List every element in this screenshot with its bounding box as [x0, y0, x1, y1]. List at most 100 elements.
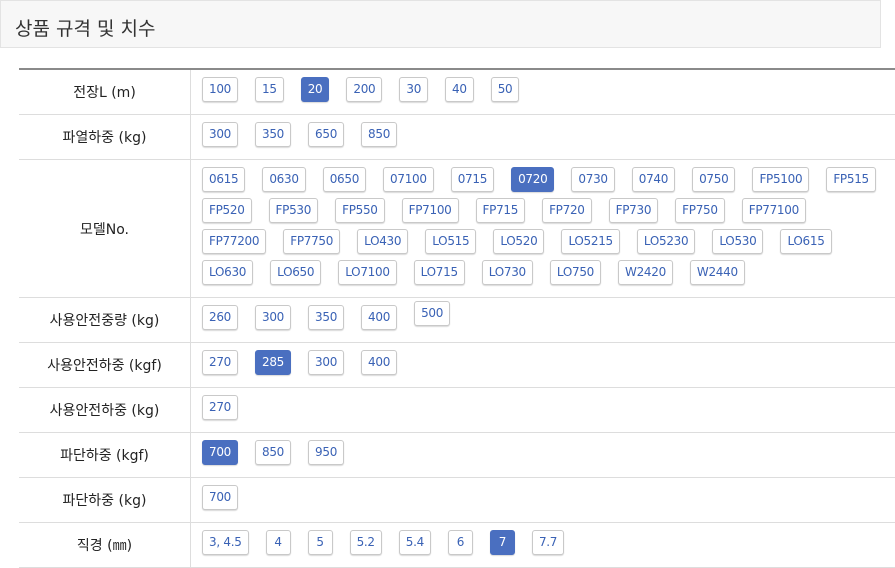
option-button[interactable]: 0630: [262, 167, 305, 192]
spec-row-options: 270 285 300 400: [191, 343, 895, 388]
option-button[interactable]: LO630: [202, 260, 253, 285]
option-button[interactable]: 0740: [632, 167, 675, 192]
option-button[interactable]: LO715: [414, 260, 465, 285]
option-button[interactable]: FP530: [269, 198, 319, 223]
option-button-selected[interactable]: 700: [202, 440, 238, 465]
option-button[interactable]: 950: [308, 440, 344, 465]
option-button[interactable]: LO750: [550, 260, 601, 285]
option-button[interactable]: FP5100: [752, 167, 809, 192]
spec-row-label: 파열하중 (kg): [19, 115, 191, 160]
option-button[interactable]: 0615: [202, 167, 245, 192]
option-button[interactable]: 4: [266, 530, 291, 555]
option-button[interactable]: LO530: [712, 229, 763, 254]
option-button[interactable]: 5.4: [399, 530, 431, 555]
option-button[interactable]: LO730: [482, 260, 533, 285]
option-button[interactable]: LO520: [493, 229, 544, 254]
option-button[interactable]: 5: [308, 530, 333, 555]
spec-table-body: 전장L (m)1001520200304050파열하중 (kg)30035065…: [19, 69, 895, 568]
spec-row: 사용안전중량 (kg) 260 300 350 400 500: [19, 298, 895, 343]
option-button[interactable]: 200: [346, 77, 382, 102]
option-group: 700 850 950: [191, 433, 895, 477]
option-button[interactable]: FP550: [335, 198, 385, 223]
spec-row-label: 사용안전중량 (kg): [19, 298, 191, 343]
option-button[interactable]: 0715: [451, 167, 494, 192]
option-button[interactable]: LO650: [270, 260, 321, 285]
option-button[interactable]: 270: [202, 395, 238, 420]
option-group: 270: [191, 388, 895, 432]
option-button[interactable]: 3, 4.5: [202, 530, 249, 555]
option-button[interactable]: 300: [255, 305, 291, 330]
option-button[interactable]: 40: [445, 77, 474, 102]
option-button-selected[interactable]: 7: [490, 530, 515, 555]
option-button[interactable]: 30: [399, 77, 428, 102]
spec-row-options: 300 350 650 850: [191, 115, 895, 160]
spec-row: 직경 (㎜) 3, 4.5 45 5.2 5.4 67 7.7: [19, 523, 895, 568]
option-group: 260 300 350 400 500: [191, 298, 895, 342]
spec-table: 전장L (m)1001520200304050파열하중 (kg)30035065…: [19, 68, 895, 568]
option-button[interactable]: 6: [448, 530, 473, 555]
option-button[interactable]: FP520: [202, 198, 252, 223]
option-button[interactable]: 100: [202, 77, 238, 102]
option-button[interactable]: W2440: [690, 260, 745, 285]
option-button[interactable]: 850: [255, 440, 291, 465]
option-button[interactable]: FP730: [609, 198, 659, 223]
option-button[interactable]: 0650: [323, 167, 366, 192]
option-button[interactable]: FP720: [542, 198, 592, 223]
option-group: 300 350 650 850: [191, 115, 895, 159]
option-button[interactable]: LO5215: [561, 229, 619, 254]
option-button[interactable]: 300: [202, 122, 238, 147]
option-button[interactable]: FP515: [826, 167, 876, 192]
option-button[interactable]: 500: [414, 301, 450, 326]
option-button[interactable]: FP77200: [202, 229, 266, 254]
option-button[interactable]: 300: [308, 350, 344, 375]
option-button[interactable]: 5.2: [350, 530, 382, 555]
option-button-selected[interactable]: 285: [255, 350, 291, 375]
spec-row-label: 전장L (m): [19, 69, 191, 115]
option-button[interactable]: FP750: [675, 198, 725, 223]
option-button[interactable]: 400: [361, 350, 397, 375]
option-button[interactable]: 650: [308, 122, 344, 147]
option-group: 100 15 20 200 30 40 50: [191, 70, 895, 114]
option-button[interactable]: 260: [202, 305, 238, 330]
spec-row-options: 100 15 20 200 30 40 50: [191, 69, 895, 115]
spec-row-label: 사용안전하중 (kgf): [19, 343, 191, 388]
option-button[interactable]: 400: [361, 305, 397, 330]
option-button[interactable]: LO7100: [338, 260, 396, 285]
option-button-selected[interactable]: 0720: [511, 167, 554, 192]
option-button[interactable]: FP7750: [283, 229, 340, 254]
option-button[interactable]: 350: [308, 305, 344, 330]
option-button[interactable]: LO615: [780, 229, 831, 254]
spec-row: 파열하중 (kg) 300 350 650 850: [19, 115, 895, 160]
option-button[interactable]: W2420: [618, 260, 673, 285]
spec-row-options: 0615 0630 0650 07100 0715 0720 0730 0740 0750 FP5…: [191, 160, 895, 298]
option-button[interactable]: LO5230: [637, 229, 695, 254]
spec-row-label: 직경 (㎜): [19, 523, 191, 568]
spec-row: 모델No. 0615 0630 0650 07100 0715 0720 0730 0740 07…: [19, 160, 895, 298]
option-button[interactable]: 270: [202, 350, 238, 375]
option-button[interactable]: 700: [202, 485, 238, 510]
option-button-selected[interactable]: 20: [301, 77, 330, 102]
option-button[interactable]: 0730: [571, 167, 614, 192]
spec-row-options: 260 300 350 400 500: [191, 298, 895, 343]
spec-row: 사용안전하중 (kgf) 270 285 300 400: [19, 343, 895, 388]
option-button[interactable]: 350: [255, 122, 291, 147]
option-button[interactable]: FP7100: [402, 198, 459, 223]
option-button[interactable]: LO430: [357, 229, 408, 254]
section-header: 상품 규격 및 치수: [0, 0, 881, 48]
spec-row: 파단하중 (kgf)700850950: [19, 433, 895, 478]
spec-row-options: 700: [191, 478, 895, 523]
option-button[interactable]: 7.7: [532, 530, 564, 555]
option-button[interactable]: 50: [491, 77, 520, 102]
option-button[interactable]: 07100: [383, 167, 434, 192]
option-group: 3, 4.5 45 5.2 5.4 67 7.7: [191, 523, 895, 567]
spec-row: 파단하중 (kg)700: [19, 478, 895, 523]
option-button[interactable]: 0750: [692, 167, 735, 192]
option-button[interactable]: FP715: [476, 198, 526, 223]
option-button[interactable]: 15: [255, 77, 284, 102]
option-button[interactable]: LO515: [425, 229, 476, 254]
spec-row: 전장L (m) 100 15 20 200 30 40 50: [19, 69, 895, 115]
spec-row-label: 모델No.: [19, 160, 191, 298]
option-button[interactable]: 850: [361, 122, 397, 147]
section-title: 상품 규격 및 치수: [15, 14, 155, 41]
option-button[interactable]: FP77100: [742, 198, 806, 223]
